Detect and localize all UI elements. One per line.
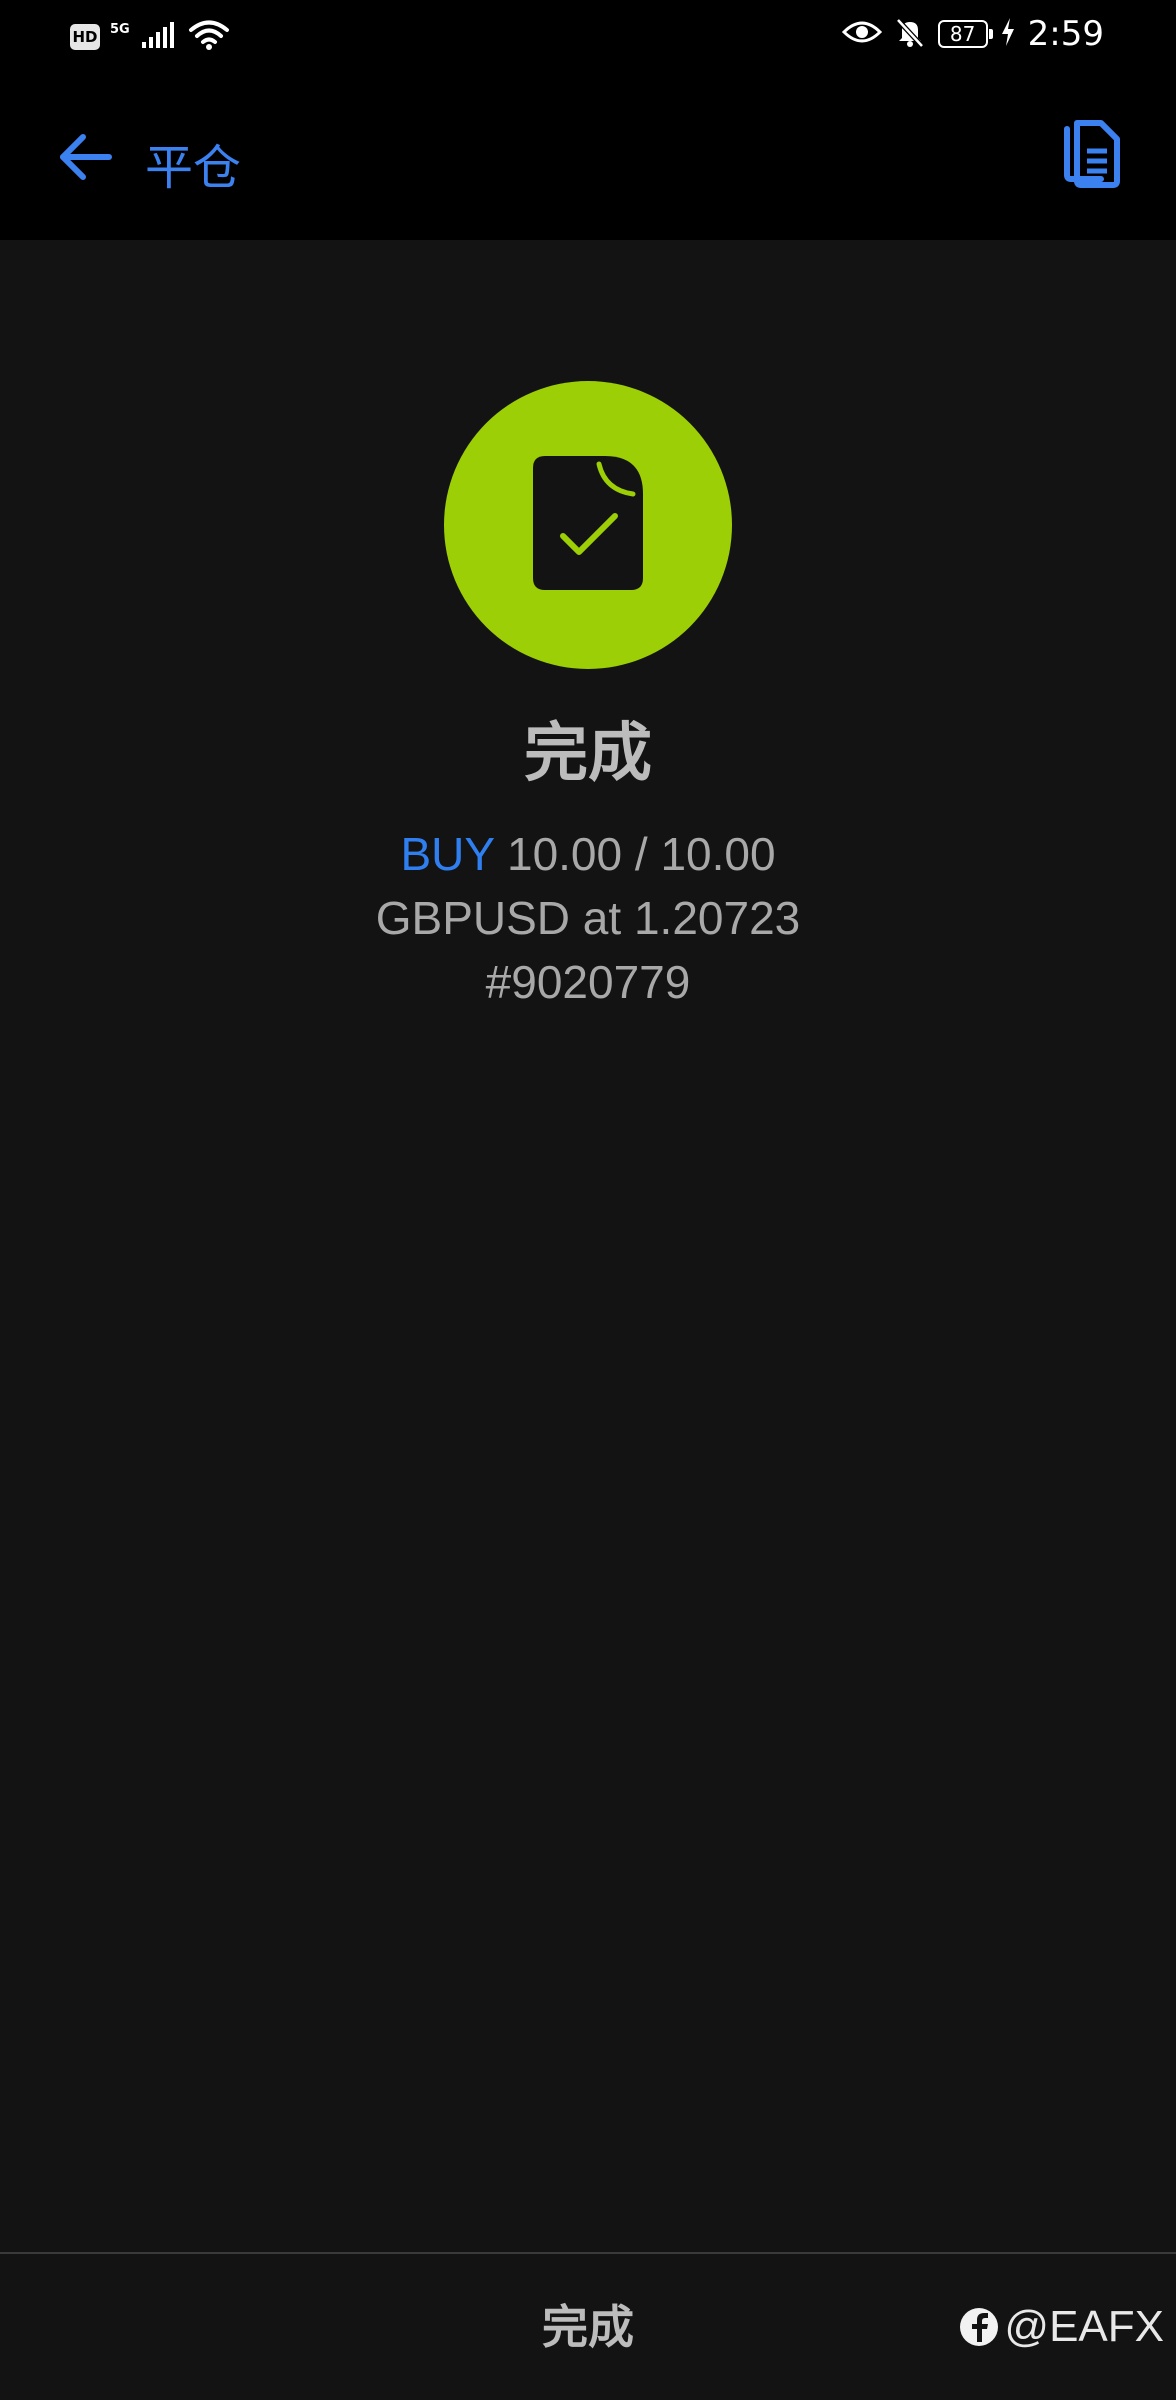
order-symbol-price: GBPUSD at 1.20723 [375, 892, 801, 944]
network-type-label: 5G [110, 21, 130, 37]
order-side: BUY [400, 828, 495, 880]
charging-icon [1000, 17, 1016, 51]
bell-muted-icon [894, 16, 926, 52]
copy-document-icon [1061, 119, 1123, 193]
hd-badge: HD [70, 24, 100, 50]
eye-icon [841, 18, 882, 50]
page-title: 平仓 [145, 140, 242, 196]
watermark: @EAFX [960, 2302, 1164, 2352]
facebook-icon [960, 2308, 999, 2346]
arrow-left-icon [57, 133, 113, 185]
done-button[interactable]: 完成 [488, 2292, 688, 2362]
status-bar: HD 5G 87 2:59 [0, 0, 1176, 72]
copy-document-button[interactable] [1056, 116, 1128, 196]
status-right: 87 2:59 [841, 14, 1104, 54]
back-button[interactable] [50, 124, 120, 194]
wifi-icon [188, 18, 230, 56]
status-time: 2:59 [1027, 14, 1104, 54]
order-ticket: #9020779 [485, 956, 691, 1008]
result-title: 完成 [524, 717, 652, 791]
status-left: HD 5G [70, 18, 230, 56]
watermark-text: @EAFX [1004, 2302, 1164, 2351]
order-volume: 10.00 / 10.00 [506, 828, 776, 880]
order-details: BUY 10.00 / 10.00 GBPUSD at 1.20723 #902… [0, 822, 1176, 1014]
battery-indicator: 87 [937, 20, 993, 48]
app-bar: 平仓 [0, 72, 1176, 240]
success-badge [444, 381, 732, 669]
signal-icon [140, 20, 178, 54]
footer: 完成 @EAFX [0, 2252, 1176, 2400]
result-content: 完成 BUY 10.00 / 10.00 GBPUSD at 1.20723 #… [0, 240, 1176, 2252]
order-volume-line: BUY 10.00 / 10.00 [0, 822, 1176, 886]
document-check-icon [533, 456, 643, 594]
